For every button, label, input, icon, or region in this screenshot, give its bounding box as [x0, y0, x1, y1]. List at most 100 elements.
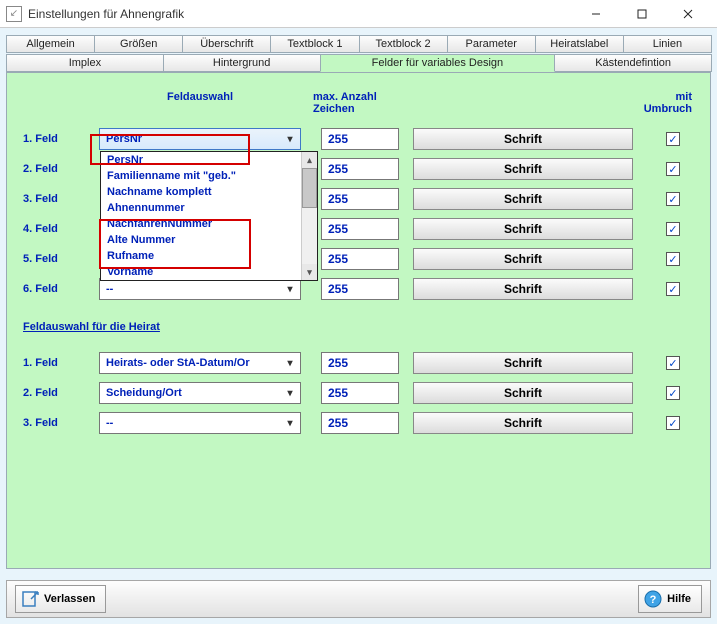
combo-value: PersNr — [106, 133, 142, 145]
combo-value: -- — [106, 283, 113, 295]
umbruch-checkbox[interactable]: ✓ — [666, 162, 680, 176]
heirat-combo-2[interactable]: Scheidung/Ort ▾ — [99, 382, 301, 404]
window-title: Einstellungen für Ahnengrafik — [28, 7, 573, 21]
chevron-down-icon: ▾ — [282, 284, 298, 295]
schrift-button[interactable]: Schrift — [413, 352, 633, 374]
schrift-button[interactable]: Schrift — [413, 188, 633, 210]
field-label: 3. Feld — [23, 193, 99, 205]
dropdown-option[interactable]: Rufname — [101, 248, 317, 264]
hilfe-label: Hilfe — [667, 593, 691, 605]
dropdown-option[interactable]: Nachname komplett — [101, 184, 317, 200]
combo-value: Heirats- oder StA-Datum/Or — [106, 357, 250, 369]
max-chars-input[interactable]: 255 — [321, 382, 399, 404]
tab-kaestendefinition[interactable]: Kästendefintion — [554, 54, 712, 72]
tab-textblock2[interactable]: Textblock 2 — [359, 35, 448, 53]
dropdown-option[interactable]: Ahnennummer — [101, 200, 317, 216]
umbruch-checkbox[interactable]: ✓ — [666, 252, 680, 266]
tab-linien[interactable]: Linien — [623, 35, 712, 53]
verlassen-button[interactable]: Verlassen — [15, 585, 106, 613]
field-label: 1. Feld — [23, 357, 99, 369]
field-combo-1[interactable]: PersNr ▾ PersNr Familienname mit "geb." … — [99, 128, 301, 150]
tab-implex[interactable]: Implex — [6, 54, 164, 72]
max-chars-input[interactable]: 255 — [321, 248, 399, 270]
field-label: 4. Feld — [23, 223, 99, 235]
schrift-button[interactable]: Schrift — [413, 382, 633, 404]
dropdown-option[interactable]: NachfahrenNummer — [101, 216, 317, 232]
chevron-down-icon: ▾ — [282, 358, 298, 369]
tab-row-1: Allgemein Größen Überschrift Textblock 1… — [6, 35, 711, 53]
schrift-button[interactable]: Schrift — [413, 278, 633, 300]
heirat-row-2: 2. Feld Scheidung/Ort ▾ 255 Schrift ✓ — [23, 381, 694, 405]
schrift-button[interactable]: Schrift — [413, 218, 633, 240]
umbruch-checkbox[interactable]: ✓ — [666, 282, 680, 296]
combo-value: Scheidung/Ort — [106, 387, 182, 399]
tab-textblock1[interactable]: Textblock 1 — [270, 35, 359, 53]
header-feldauswahl: Feldauswahl — [99, 91, 301, 115]
field-label: 6. Feld — [23, 283, 99, 295]
chevron-down-icon: ▾ — [282, 134, 298, 145]
dropdown-scrollbar[interactable]: ▴ ▾ — [301, 152, 317, 280]
umbruch-checkbox[interactable]: ✓ — [666, 192, 680, 206]
field-combo-6[interactable]: -- ▾ — [99, 278, 301, 300]
max-chars-input[interactable]: 255 — [321, 188, 399, 210]
max-chars-input[interactable]: 255 — [321, 352, 399, 374]
scroll-up-icon[interactable]: ▴ — [302, 152, 317, 168]
schrift-button[interactable]: Schrift — [413, 128, 633, 150]
column-headers: Feldauswahl max. Anzahl Zeichen mit Umbr… — [23, 91, 694, 115]
umbruch-checkbox[interactable]: ✓ — [666, 132, 680, 146]
scroll-down-icon[interactable]: ▾ — [302, 264, 317, 280]
app-icon: ↙ — [6, 6, 22, 22]
schrift-button[interactable]: Schrift — [413, 412, 633, 434]
exit-icon — [20, 589, 40, 609]
tab-ueberschrift[interactable]: Überschrift — [182, 35, 271, 53]
schrift-button[interactable]: Schrift — [413, 158, 633, 180]
tab-row-2: Implex Hintergrund Felder für variables … — [6, 54, 711, 72]
tab-heiratslabel[interactable]: Heiratslabel — [535, 35, 624, 53]
close-button[interactable] — [665, 0, 711, 28]
field-label: 5. Feld — [23, 253, 99, 265]
tab-felder-variables-design[interactable]: Felder für variables Design — [320, 54, 556, 72]
field-label: 1. Feld — [23, 133, 99, 145]
heirat-row-3: 3. Feld -- ▾ 255 Schrift ✓ — [23, 411, 694, 435]
field-label: 2. Feld — [23, 163, 99, 175]
dropdown-option[interactable]: Vorname — [101, 264, 317, 280]
umbruch-checkbox[interactable]: ✓ — [666, 416, 680, 430]
help-icon: ? — [643, 589, 663, 609]
titlebar: ↙ Einstellungen für Ahnengrafik — [0, 0, 717, 28]
max-chars-input[interactable]: 255 — [321, 218, 399, 240]
hilfe-button[interactable]: ? Hilfe — [638, 585, 702, 613]
tab-parameter[interactable]: Parameter — [447, 35, 536, 53]
tab-groessen[interactable]: Größen — [94, 35, 183, 53]
heirat-row-1: 1. Feld Heirats- oder StA-Datum/Or ▾ 255… — [23, 351, 694, 375]
scroll-thumb[interactable] — [302, 168, 317, 208]
max-chars-input[interactable]: 255 — [321, 412, 399, 434]
heirat-combo-3[interactable]: -- ▾ — [99, 412, 301, 434]
umbruch-checkbox[interactable]: ✓ — [666, 356, 680, 370]
maximize-button[interactable] — [619, 0, 665, 28]
max-chars-input[interactable]: 255 — [321, 128, 399, 150]
heirat-combo-1[interactable]: Heirats- oder StA-Datum/Or ▾ — [99, 352, 301, 374]
combo-value: -- — [106, 417, 113, 429]
umbruch-checkbox[interactable]: ✓ — [666, 222, 680, 236]
header-mitumbruch: mit Umbruch — [631, 91, 694, 115]
footer-bar: Verlassen ? Hilfe — [6, 580, 711, 618]
dropdown-option[interactable]: PersNr — [101, 152, 317, 168]
field-label: 3. Feld — [23, 417, 99, 429]
tab-hintergrund[interactable]: Hintergrund — [163, 54, 321, 72]
tab-allgemein[interactable]: Allgemein — [6, 35, 95, 53]
header-maxzeichen: max. Anzahl Zeichen — [313, 91, 411, 115]
field-row-1: 1. Feld PersNr ▾ PersNr Familienname mit… — [23, 127, 694, 151]
schrift-button[interactable]: Schrift — [413, 248, 633, 270]
max-chars-input[interactable]: 255 — [321, 278, 399, 300]
panel-felder: Feldauswahl max. Anzahl Zeichen mit Umbr… — [6, 72, 711, 569]
dropdown-option[interactable]: Alte Nummer — [101, 232, 317, 248]
max-chars-input[interactable]: 255 — [321, 158, 399, 180]
dropdown-option[interactable]: Familienname mit "geb." — [101, 168, 317, 184]
umbruch-checkbox[interactable]: ✓ — [666, 386, 680, 400]
minimize-button[interactable] — [573, 0, 619, 28]
verlassen-label: Verlassen — [44, 593, 95, 605]
svg-text:?: ? — [650, 594, 657, 606]
field-label: 2. Feld — [23, 387, 99, 399]
dropdown-list[interactable]: PersNr Familienname mit "geb." Nachname … — [100, 151, 318, 281]
chevron-down-icon: ▾ — [282, 388, 298, 399]
